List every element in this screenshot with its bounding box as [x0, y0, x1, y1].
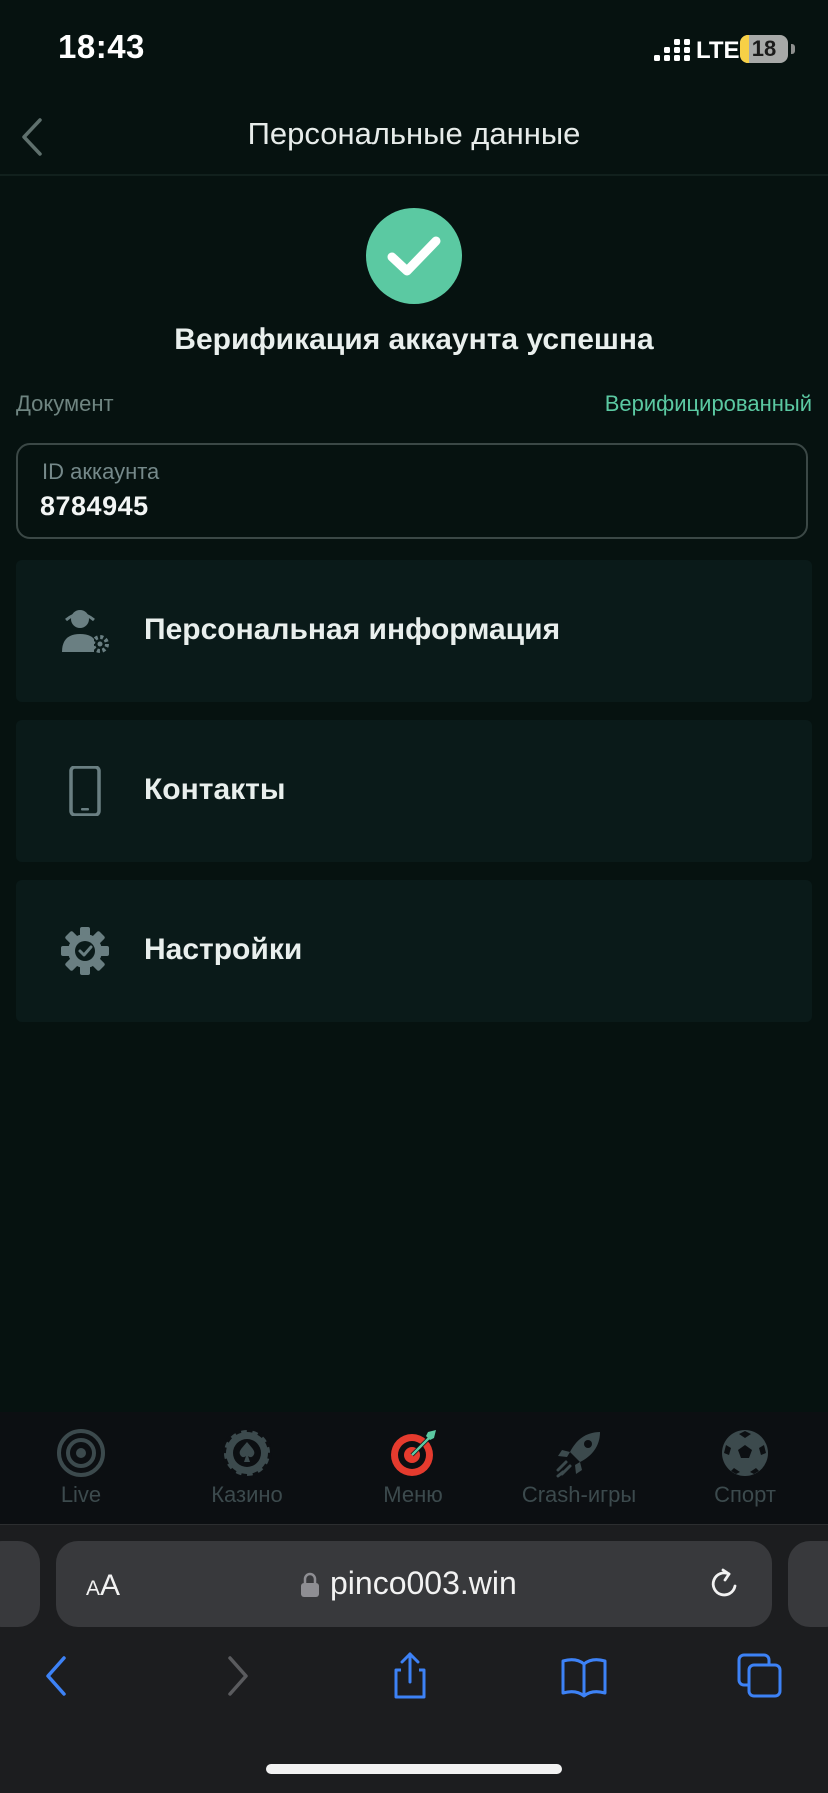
account-id-label: ID аккаунта	[42, 459, 160, 484]
nav-crash-games[interactable]: Crash-игры	[509, 1412, 649, 1524]
document-status: Верифицированный	[604, 391, 812, 416]
checkmark-glyph	[387, 236, 441, 276]
home-indicator	[266, 1764, 562, 1774]
soccer-ball-icon	[722, 1430, 768, 1476]
account-id-value[interactable]: 8784945	[40, 491, 149, 522]
browser-forward-icon[interactable]	[212, 1652, 260, 1700]
bottom-nav: Live Казино Меню Crash-игры Спорт	[0, 1412, 828, 1524]
menu-label: Настройки	[144, 933, 303, 966]
rocket-icon	[556, 1432, 600, 1478]
user-settings-icon	[62, 610, 109, 653]
document-label: Документ	[16, 391, 114, 416]
bookmarks-icon[interactable]	[560, 1652, 608, 1700]
account-id-field[interactable]: ID аккаунта 8784945	[16, 443, 808, 539]
battery-icon: 18	[740, 35, 788, 63]
share-icon[interactable]	[386, 1652, 434, 1700]
next-tab-preview[interactable]	[788, 1541, 828, 1627]
reload-icon[interactable]	[708, 1567, 742, 1601]
verification-message: Верификация аккаунта успешна	[174, 323, 654, 356]
casino-chip-icon	[222, 1428, 272, 1478]
browser-back-icon[interactable]	[34, 1652, 82, 1700]
check-circle-icon	[366, 208, 462, 304]
signal-icon	[654, 39, 690, 61]
menu-personal-info[interactable]: Персональная информация	[16, 560, 812, 702]
menu-label: Персональная информация	[144, 613, 561, 646]
url-text[interactable]: pinco003.win	[330, 1565, 517, 1602]
nav-label: Казино	[211, 1482, 283, 1507]
nav-label: Live	[60, 1482, 102, 1507]
nav-live[interactable]: Live	[11, 1412, 151, 1524]
menu-contacts[interactable]: Контакты	[16, 720, 812, 862]
battery-level: 18	[751, 36, 777, 61]
gear-check-icon	[61, 927, 109, 975]
network-type: LTE	[696, 37, 740, 64]
text-size-button[interactable]: AA	[86, 1569, 120, 1603]
phone-icon	[69, 766, 101, 816]
nav-label: Спорт	[714, 1482, 776, 1507]
nav-label: Меню	[383, 1482, 443, 1507]
previous-tab-preview[interactable]	[0, 1541, 40, 1627]
nav-casino[interactable]: Казино	[177, 1412, 317, 1524]
header-divider	[0, 174, 828, 176]
tabs-icon[interactable]	[736, 1652, 784, 1700]
menu-label: Контакты	[144, 773, 286, 806]
page-title: Персональные данные	[247, 116, 581, 151]
lock-icon	[301, 1572, 319, 1597]
nav-menu[interactable]: Меню	[343, 1412, 483, 1524]
battery-tip	[791, 44, 795, 54]
address-bar[interactable]: AA pinco003.win	[56, 1541, 772, 1627]
nav-sport[interactable]: Спорт	[675, 1412, 815, 1524]
menu-settings[interactable]: Настройки	[16, 880, 812, 1022]
dart-target-icon	[391, 1430, 436, 1476]
live-target-icon	[57, 1429, 105, 1477]
status-time: 18:43	[58, 28, 145, 65]
nav-label: Crash-игры	[521, 1482, 637, 1507]
